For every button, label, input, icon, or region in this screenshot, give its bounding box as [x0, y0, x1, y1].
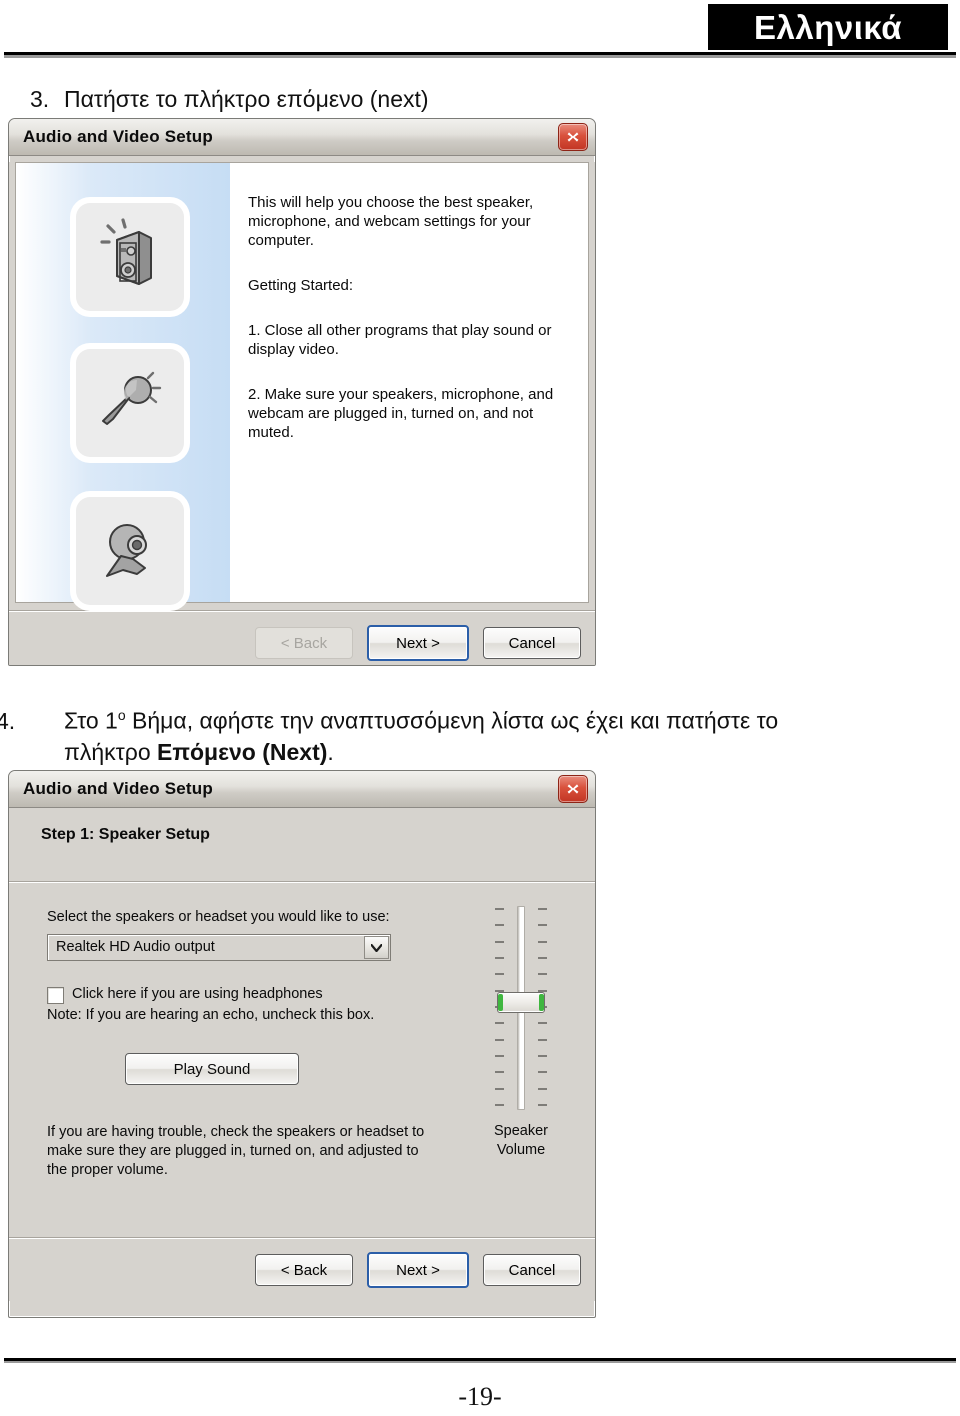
headphones-checkbox-label: Click here if you are using headphones: [72, 986, 323, 1002]
next-button[interactable]: Next >: [367, 1252, 469, 1288]
slider-tick: [495, 1022, 504, 1025]
dialog1-title: Audio and Video Setup: [23, 127, 213, 146]
footer-divider: [4, 1358, 956, 1364]
getting-started-heading: Getting Started:: [248, 277, 354, 294]
speaker-volume-label-line2: Volume: [496, 1142, 546, 1158]
speaker-select-label: Select the speakers or headset you would…: [47, 909, 390, 925]
slider-tick: [538, 1087, 547, 1090]
step-4-number: 4.: [0, 707, 16, 734]
slider-tick: [495, 1055, 504, 1057]
back-button[interactable]: < Back: [255, 1254, 353, 1286]
slider-tick: [495, 973, 504, 976]
dialog1-button-bar: < Back Next > Cancel: [9, 611, 595, 665]
step-3-label: Πατήστε το πλήκτρο επόμενο (next): [64, 86, 429, 112]
language-banner: Ελληνικά: [708, 4, 948, 50]
dialog1-body: This will help you choose the best speak…: [9, 162, 595, 665]
header-divider: [4, 52, 956, 58]
slider-tick: [495, 1104, 504, 1106]
speaker-icon: [93, 217, 167, 297]
step-3-number: 3.: [30, 86, 50, 112]
step-4-ordinal-superscript: ο: [117, 707, 126, 723]
microphone-icon-tile: [76, 349, 184, 457]
audio-video-setup-speaker-dialog: Audio and Video Setup Step 1: Speaker Se…: [8, 770, 596, 1318]
webcam-icon-tile: [76, 497, 184, 605]
slider-tick: [495, 1071, 504, 1074]
dialog1-content-panel: This will help you choose the best speak…: [15, 162, 589, 605]
webcam-icon: [93, 512, 167, 591]
step-content-panel: Select the speakers or headset you would…: [9, 882, 595, 1230]
speaker-volume-slider[interactable]: [471, 902, 571, 1114]
step-4-line1-a: Στο 1: [64, 707, 118, 734]
step-4-line2-b: .: [327, 738, 334, 765]
slider-tick: [538, 957, 547, 959]
slider-tick: [495, 957, 504, 959]
close-icon[interactable]: [558, 123, 588, 151]
slider-tick: [538, 1055, 547, 1057]
dialog2-button-bar: < Back Next > Cancel: [9, 1238, 595, 1301]
dialog2-body: Step 1: Speaker Setup Select the speaker…: [9, 808, 595, 1301]
page-number: -19-: [458, 1382, 502, 1411]
chevron-down-icon[interactable]: [364, 936, 389, 959]
audio-video-setup-welcome-dialog: Audio and Video Setup This will help you…: [8, 118, 596, 666]
slider-tick: [538, 1071, 547, 1074]
slider-tick: [538, 924, 547, 927]
slider-tick: [538, 1104, 547, 1106]
speaker-select[interactable]: Realtek HD Audio output: [47, 934, 391, 961]
next-button[interactable]: Next >: [367, 625, 469, 661]
back-button[interactable]: < Back: [255, 627, 353, 659]
slider-tick: [495, 1087, 504, 1090]
step-4-next-emphasis: Επόμενο (Next): [157, 738, 328, 765]
speaker-select-value: Realtek HD Audio output: [56, 939, 215, 955]
slider-tick: [495, 940, 504, 943]
slider-tick: [538, 973, 547, 976]
echo-note: Note: If you are hearing an echo, unchec…: [47, 1007, 375, 1023]
instruction-step-3: 3. Πατήστε το πλήκτρο επόμενο (next): [30, 84, 730, 115]
microphone-icon: [93, 364, 167, 443]
cancel-button[interactable]: Cancel: [483, 627, 581, 659]
step-header-panel: Step 1: Speaker Setup: [9, 808, 595, 882]
speaker-volume-label: Speaker Volume: [471, 1122, 571, 1160]
dialog1-titlebar[interactable]: Audio and Video Setup: [9, 119, 595, 156]
slider-tick: [538, 908, 547, 910]
slider-tick: [538, 1022, 547, 1025]
slider-thumb[interactable]: [497, 992, 545, 1014]
slider-tick: [538, 1038, 547, 1041]
headphones-checkbox-row[interactable]: Click here if you are using headphones: [47, 985, 447, 1004]
getting-started-item-2: 2. Make sure your speakers, microphone, …: [248, 386, 554, 441]
getting-started-item-1: 1. Close all other programs that play so…: [248, 322, 552, 358]
language-banner-label: Ελληνικά: [754, 8, 902, 46]
speaker-volume-label-line1: Speaker: [493, 1123, 548, 1139]
device-icon-rail: [16, 163, 230, 605]
speaker-icon-tile: [76, 203, 184, 311]
close-icon[interactable]: [558, 775, 588, 803]
play-sound-button[interactable]: Play Sound: [125, 1053, 299, 1085]
speaker-volume-control: Speaker Volume: [471, 902, 571, 1160]
slider-tick: [538, 940, 547, 943]
headphones-checkbox[interactable]: [47, 987, 64, 1004]
slider-tick: [495, 908, 504, 910]
dialog2-title: Audio and Video Setup: [23, 779, 213, 798]
step-header-title: Step 1: Speaker Setup: [41, 826, 210, 843]
slider-tick: [495, 924, 504, 927]
speaker-settings-column: Select the speakers or headset you would…: [47, 908, 447, 1180]
step-4-line1-b: Βήμα, αφήστε την αναπτυσσόμενη λίστα ως …: [125, 707, 779, 734]
instruction-step-4: 4. Στο 1ο Βήμα, αφήστε την αναπτυσσόμενη …: [0, 700, 936, 768]
dialog2-titlebar[interactable]: Audio and Video Setup: [9, 771, 595, 808]
slider-tick: [495, 1038, 504, 1041]
cancel-button[interactable]: Cancel: [483, 1254, 581, 1286]
troubleshoot-text: If you are having trouble, check the spe…: [47, 1124, 425, 1178]
step-4-line2-a: πλήκτρο: [64, 738, 158, 765]
dialog1-text-column: This will help you choose the best speak…: [230, 163, 588, 602]
welcome-intro-text: This will help you choose the best speak…: [248, 194, 534, 249]
